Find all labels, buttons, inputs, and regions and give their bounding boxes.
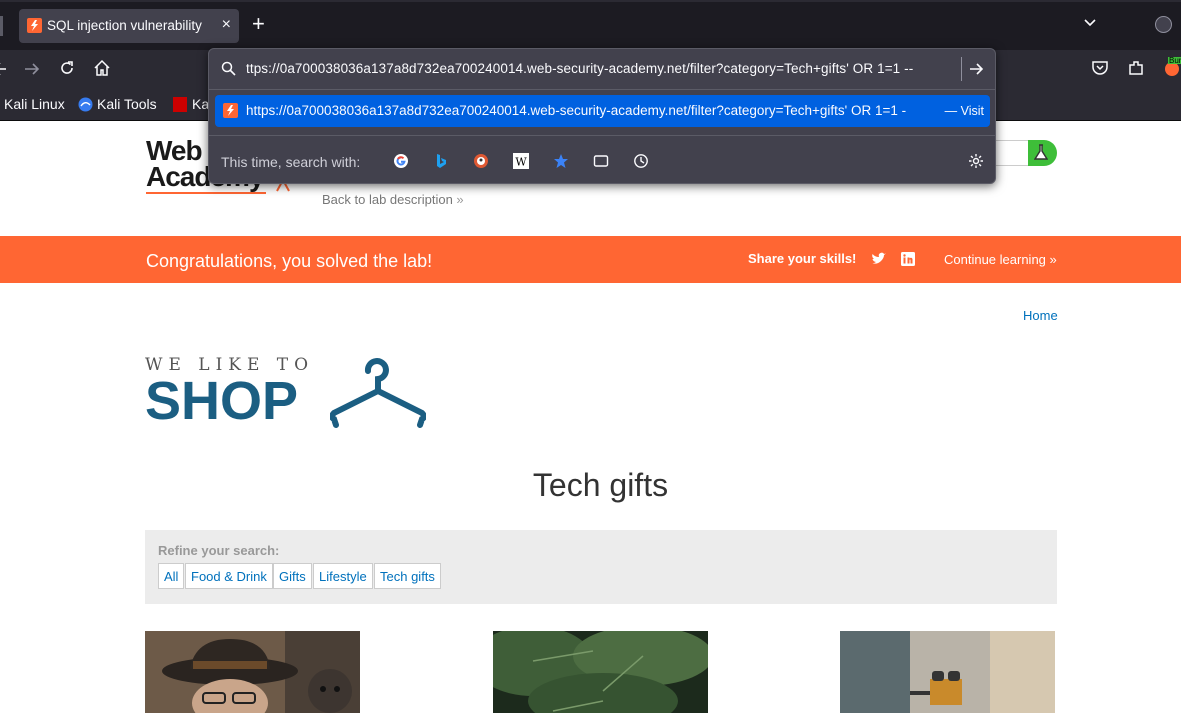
congrats-message: Congratulations, you solved the lab!: [146, 251, 433, 271]
filter-food-drink[interactable]: Food & Drink: [185, 563, 273, 589]
filter-lifestyle[interactable]: Lifestyle: [313, 563, 373, 589]
extension-badge: Bur: [1169, 56, 1181, 65]
logo-underline: [146, 192, 266, 194]
tab-title: SQL injection vulnerability: [47, 18, 202, 33]
product-image[interactable]: [840, 631, 1055, 713]
continue-learning-label: Continue learning: [944, 252, 1046, 267]
back-to-lab-label: Back to lab description: [322, 192, 453, 207]
we-like-to-shop-logo: WE LIKE TO SHOP: [145, 355, 426, 431]
double-chevron-icon: »: [456, 192, 464, 207]
url-divider: [961, 57, 962, 81]
filter-tech-gifts[interactable]: Tech gifts: [374, 563, 441, 589]
new-tab-button[interactable]: +: [252, 12, 265, 36]
reload-icon[interactable]: [58, 59, 76, 82]
refine-label: Refine your search:: [158, 543, 280, 558]
bookmark-kali-linux[interactable]: Kali Linux: [4, 96, 65, 112]
pocket-icon[interactable]: [1091, 59, 1109, 82]
search-icon: [221, 61, 236, 81]
portswigger-favicon-icon: [27, 18, 42, 33]
home-icon[interactable]: [93, 59, 111, 82]
twitter-icon[interactable]: [871, 252, 886, 271]
tabs-icon[interactable]: [593, 153, 609, 169]
filter-all[interactable]: All: [158, 563, 185, 589]
back-to-lab-link[interactable]: Back to lab description »: [322, 192, 464, 207]
bing-icon[interactable]: [433, 153, 449, 169]
double-chevron-icon: »: [1049, 252, 1057, 267]
history-icon[interactable]: [633, 153, 649, 169]
share-label: Share your skills!: [748, 251, 857, 266]
tab-strip: SQL injection vulnerability × +: [0, 0, 1181, 50]
burp-extension-icon[interactable]: Bur: [1164, 56, 1181, 82]
svg-text:W: W: [515, 156, 527, 169]
urlbar-separator: [209, 89, 995, 90]
lab-search-input[interactable]: [990, 140, 1030, 166]
address-bar[interactable]: ttps://0a700038036a137a8d732ea700240014.…: [209, 49, 995, 89]
back-arrow-icon[interactable]: [0, 60, 8, 83]
product-image[interactable]: [145, 631, 360, 713]
flask-icon: [1034, 144, 1048, 160]
google-icon[interactable]: [393, 153, 409, 169]
tab-strip-edge: [0, 0, 1181, 2]
list-all-tabs-icon[interactable]: [1082, 14, 1098, 35]
url-suggestion-row[interactable]: https://0a700038036a137a8d732ea700240014…: [215, 95, 990, 127]
solved-banner: Congratulations, you solved the lab! Sha…: [0, 236, 1181, 283]
go-arrow-icon[interactable]: [968, 61, 984, 82]
visit-label: — Visit: [944, 104, 984, 118]
exploit-db-icon: [173, 97, 187, 112]
refine-search-panel: Refine your search: All Food & Drink Gif…: [145, 530, 1057, 604]
urlbar-dropdown: ttps://0a700038036a137a8d732ea700240014.…: [208, 48, 996, 184]
extensions-icon[interactable]: [1127, 59, 1145, 82]
address-bar-text[interactable]: ttps://0a700038036a137a8d732ea700240014.…: [246, 61, 966, 76]
filter-gifts[interactable]: Gifts: [273, 563, 312, 589]
lab-status-button[interactable]: [1028, 140, 1057, 166]
tab-overflow-indicator: [0, 16, 3, 36]
shop-logo-big: SHOP: [145, 371, 299, 431]
search-settings-gear-icon[interactable]: [968, 153, 984, 169]
continue-learning-link[interactable]: Continue learning »: [944, 252, 1057, 267]
wikipedia-icon[interactable]: W: [513, 153, 529, 169]
product-image[interactable]: [493, 631, 708, 713]
urlbar-separator: [209, 135, 995, 136]
account-icon[interactable]: [1155, 16, 1172, 33]
duckduckgo-icon[interactable]: [473, 153, 489, 169]
tab-close-icon[interactable]: ×: [222, 16, 231, 34]
bookmarks-icon[interactable]: [553, 153, 569, 169]
portswigger-favicon-icon: [223, 103, 238, 118]
forward-arrow-icon[interactable]: [23, 60, 41, 83]
bookmark-kali-tools[interactable]: Kali Tools: [97, 96, 157, 112]
tab-active[interactable]: SQL injection vulnerability ×: [19, 9, 239, 43]
hanger-icon: [330, 358, 426, 428]
bookmark-truncated[interactable]: Ka: [192, 96, 209, 112]
home-link[interactable]: Home: [1023, 308, 1058, 323]
suggestion-url: https://0a700038036a137a8d732ea700240014…: [246, 103, 906, 118]
page-title: Tech gifts: [532, 467, 669, 503]
kali-tools-icon: [78, 97, 93, 117]
linkedin-icon[interactable]: [901, 252, 915, 271]
search-with-label: This time, search with:: [221, 154, 361, 170]
